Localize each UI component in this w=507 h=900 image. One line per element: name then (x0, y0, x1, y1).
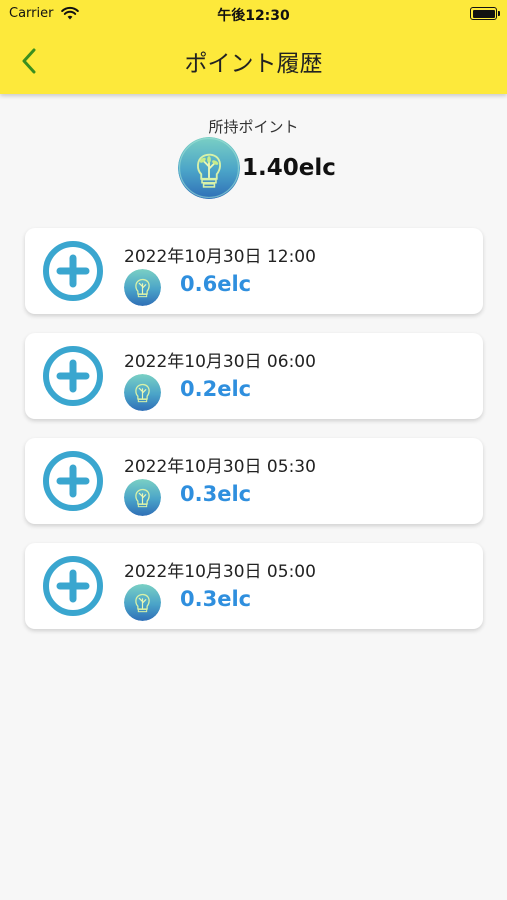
plus-circle-icon (43, 346, 103, 406)
entry-datetime: 2022年10月30日 05:00 (124, 562, 316, 582)
status-bar: Carrier 午後12:30 (0, 0, 507, 28)
history-item[interactable]: 2022年10月30日 12:00 0.6elc (25, 228, 483, 314)
history-item[interactable]: 2022年10月30日 05:30 0.3elc (25, 438, 483, 524)
entry-datetime: 2022年10月30日 05:30 (124, 457, 316, 477)
page-title: ポイント履歴 (184, 51, 323, 77)
entry-amount: 0.3elc (180, 482, 252, 506)
plus-circle-icon (43, 556, 103, 616)
entry-amount: 0.3elc (180, 587, 252, 611)
balance-value: 1.40elc (242, 155, 336, 181)
history-item[interactable]: 2022年10月30日 06:00 0.2elc (25, 333, 483, 419)
balance-label: 所持ポイント (208, 118, 299, 136)
history-list: 2022年10月30日 12:00 0.6elc 2022年10月30日 06:… (25, 228, 483, 648)
status-time: 午後12:30 (217, 8, 290, 24)
history-item[interactable]: 2022年10月30日 05:00 0.3elc (25, 543, 483, 629)
elc-coin-icon (178, 137, 240, 199)
elc-coin-icon (124, 584, 161, 621)
entry-datetime: 2022年10月30日 12:00 (124, 247, 316, 267)
entry-amount: 0.2elc (180, 377, 252, 401)
app-header: Carrier 午後12:30 ポイント履歴 (0, 0, 507, 94)
balance-summary: 1.40elc (178, 137, 336, 199)
entry-amount: 0.6elc (180, 272, 252, 296)
entry-datetime: 2022年10月30日 06:00 (124, 352, 316, 372)
elc-coin-icon (124, 374, 161, 411)
battery-icon (470, 7, 500, 20)
plus-circle-icon (43, 451, 103, 511)
plus-circle-icon (43, 241, 103, 301)
elc-coin-icon (124, 269, 161, 306)
elc-coin-icon (124, 479, 161, 516)
